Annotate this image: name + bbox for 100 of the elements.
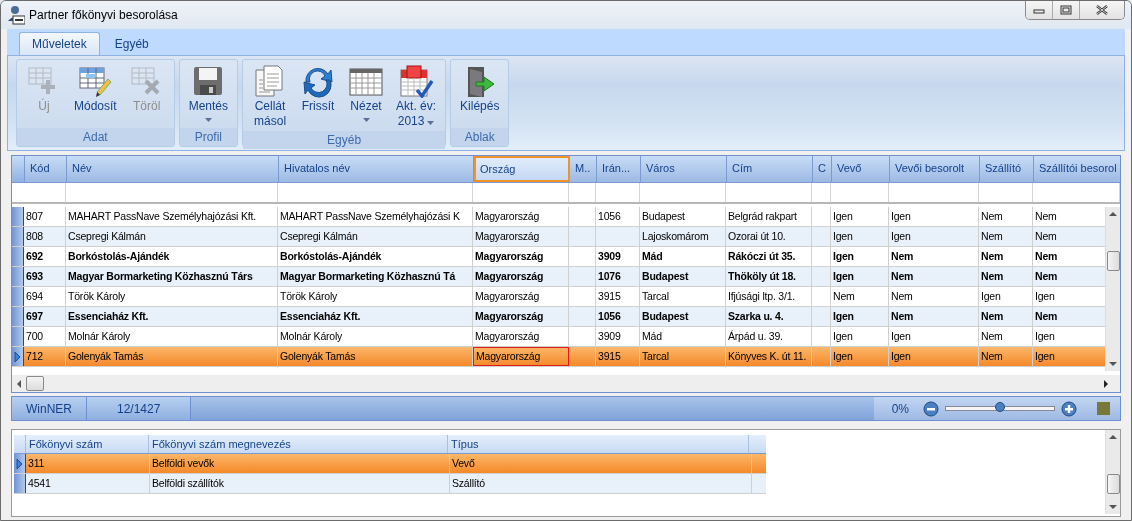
table-row[interactable]: 700 Molnár Károly Molnár Károly Magyarország 3909 Mád Árpád u. 39. Igen Igen Nem Igen [12,327,1105,347]
scrollbar-thumb[interactable] [26,376,44,391]
table-cell: 3915 [596,347,640,366]
table-cell: Könyves K. út 11. [726,347,812,366]
year-value: 2013 [397,114,425,128]
table-row[interactable]: 697 Essenciaház Kft. Essenciaház Kft. Magyarország 1056 Budapest Szarka u. 4. Igen Nem Nem Nem [12,307,1105,327]
table-cell: Csepregi Kálmán [66,227,278,246]
row-indicator[interactable] [14,474,26,493]
table-cell: 311 [26,454,150,473]
column-header[interactable]: M.. [570,156,597,182]
column-header[interactable]: Vevő [832,156,890,182]
scrollbar-thumb[interactable] [1106,251,1120,271]
table-cell: 700 [24,327,66,346]
table-cell: Nem [979,307,1033,326]
maximize-button[interactable] [1053,1,1080,19]
table-cell: Belföldi szállítók [150,474,450,493]
row-indicator[interactable] [12,327,24,346]
row-indicator[interactable] [12,247,24,266]
table-cell: Szállító [450,474,752,493]
group-label: Adat [17,128,174,146]
table-cell: Mád [640,327,726,346]
table-cell: Rákóczi út 35. [726,247,812,266]
table-cell: Magyar Bormarketing Közhasznú Társ [66,267,278,286]
column-header[interactable]: Irán... [597,156,641,182]
table-cell: Igen [979,287,1033,306]
table-cell: Ozorai út 10. [726,227,812,246]
close-button[interactable] [1080,1,1124,19]
row-indicator[interactable] [12,307,24,326]
table-row[interactable]: 694 Török Károly Török Károly Magyarország 3915 Tarcal Ifjúsági ltp. 3/1. Nem Nem Igen Igen [12,287,1105,307]
ribbon-button[interactable]: Módosít [69,62,122,128]
table-cell: Nem [889,247,979,266]
row-indicator[interactable] [12,207,24,226]
minimize-button[interactable] [1026,1,1053,19]
table-cell: Csepregi Kálmán [278,227,473,246]
table-cell: Belgrád rakpart [726,207,812,226]
table-cell: Borkóstolás-Ajándék [66,247,278,266]
column-header[interactable]: Szállító [980,156,1034,182]
table-cell: Nem [979,347,1033,366]
row-indicator[interactable] [12,267,24,286]
row-indicator[interactable] [12,227,24,246]
table-cell: Thököly út 18. [726,267,812,286]
ribbon-button[interactable]: Mentés [183,62,234,128]
table-row[interactable]: 712 Golenyák Tamás Golenyák Tamás Magyarország 3915 Tarcal Könyves K. út 11. Igen Igen Nem Igen [12,347,1105,367]
table-cell: Magyarország [473,207,569,226]
ribbon-button[interactable]: Frissít [295,62,342,131]
row-indicator[interactable] [12,347,24,366]
column-header[interactable]: C [813,156,832,182]
scrollbar-thumb[interactable] [1106,474,1120,494]
table-cell: Nem [979,247,1033,266]
column-header[interactable]: Város [641,156,727,182]
current-row-icon [14,350,21,363]
table-cell: MAHART PassNave Személyhajózási Kft. [66,207,278,226]
ribbon-button[interactable]: Cellát másol [247,62,294,131]
column-header[interactable]: Szállítói besorol [1034,156,1120,182]
ribbon-tab[interactable]: Egyéb [101,32,162,55]
column-header[interactable]: Név [67,156,279,182]
table-row[interactable]: 808 Csepregi Kálmán Csepregi Kálmán Magyarország Lajoskomárom Ozorai út 10. Igen Igen Nem Nem [12,227,1105,247]
column-header[interactable]: Típus [447,435,749,453]
horizontal-scrollbar[interactable] [12,375,1120,392]
table-cell: Igen [831,347,889,366]
table-cell: Golenyák Tamás [278,347,473,366]
table-cell: Magyarország [473,307,569,326]
zoom-in-icon [1061,400,1077,417]
table-cell: Magyar Bormarketing Közhasznú Tá [278,267,473,286]
table-row[interactable]: 693 Magyar Bormarketing Közhasznú Társ Magyar Bormarketing Közhasznú Tá Magyarország 1076 Budapest Thököly út 18. Igen Nem Nem Nem [12,267,1105,287]
table-cell: Tarcal [640,347,726,366]
current-row-icon [16,457,23,470]
table-cell: Molnár Károly [66,327,278,346]
column-header[interactable]: Kód [25,156,67,182]
table-cell: Molnár Károly [278,327,473,346]
column-header[interactable]: Ország [474,156,570,182]
grid-pencil-icon [77,64,114,98]
table-cell: Tarcal [640,287,726,306]
table-cell: Nem [979,267,1033,286]
row-indicator[interactable] [14,454,26,473]
table-cell: 4541 [26,474,150,493]
calendar-check-icon [398,64,435,98]
row-indicator[interactable] [12,287,24,306]
ribbon-button[interactable]: Akt. év: 2013 [391,62,442,131]
table-cell: Magyarország [473,347,569,366]
vertical-scrollbar[interactable] [1105,430,1120,514]
table-cell: 808 [24,227,66,246]
column-header[interactable]: Vevői besorolt [890,156,980,182]
table-cell: Magyarország [473,287,569,306]
table-cell: Essenciaház Kft. [278,307,473,326]
table-cell: Árpád u. 39. [726,327,812,346]
vertical-scrollbar[interactable] [1105,207,1120,371]
table-row[interactable]: 807 MAHART PassNave Személyhajózási Kft. MAHART PassNave Személyhajózási K Magyarország 1056 Budapest Belgrád rakpart Igen Igen Nem Nem [12,207,1105,227]
table-row[interactable]: 692 Borkóstolás-Ajándék Borkóstolás-Ajándék Magyarország 3909 Mád Rákóczi út 35. Igen Nem Nem Nem [12,247,1105,267]
column-header[interactable]: Cím [727,156,813,182]
ribbon-button[interactable]: Kilépés [455,62,505,128]
column-header[interactable]: Főkönyvi szám megnevezés [148,435,448,453]
table-cell: Vevő [450,454,752,473]
ribbon-tab[interactable]: Műveletek [19,32,100,55]
table-cell: Magyarország [473,247,569,266]
ribbon-button[interactable]: Nézet [343,62,390,131]
window-title: Partner főkönyvi besorolása [29,8,178,22]
slider-thumb[interactable] [995,402,1005,412]
column-header[interactable]: Főkönyvi szám [25,435,149,453]
table-cell: Mád [640,247,726,266]
